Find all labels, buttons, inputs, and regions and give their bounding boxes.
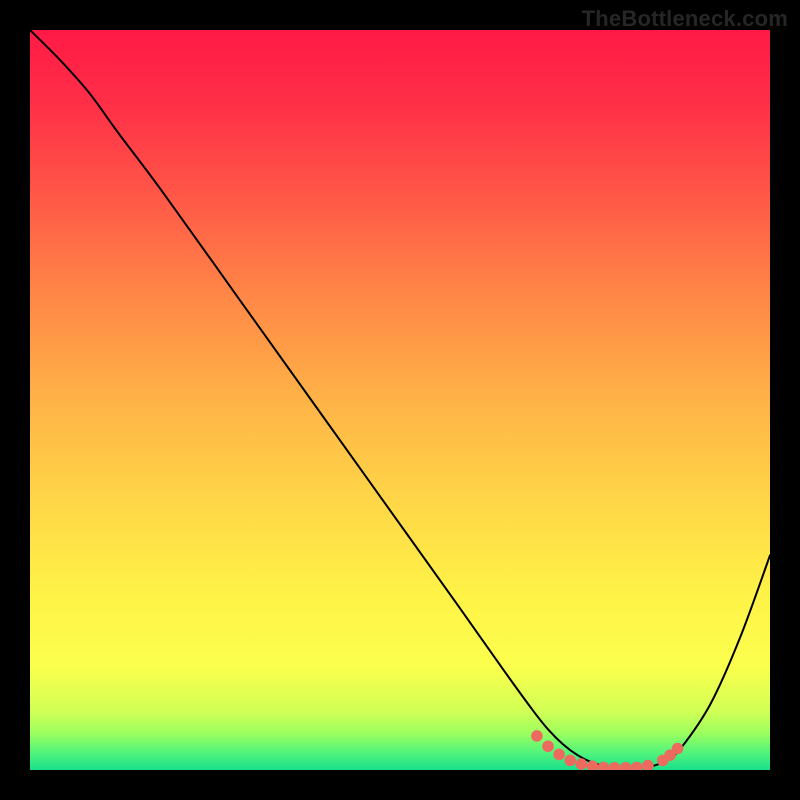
- flat-region-dot: [576, 758, 588, 770]
- chart-svg: [30, 30, 770, 770]
- flat-region-dot: [672, 743, 684, 755]
- watermark-text: TheBottleneck.com: [582, 6, 788, 32]
- bottleneck-chart: [30, 30, 770, 770]
- chart-frame: TheBottleneck.com: [0, 0, 800, 800]
- flat-region-dot: [553, 749, 565, 761]
- flat-region-dot: [531, 730, 543, 742]
- flat-region-dot: [564, 755, 576, 767]
- flat-region-dot: [542, 741, 554, 753]
- gradient-background: [30, 30, 770, 770]
